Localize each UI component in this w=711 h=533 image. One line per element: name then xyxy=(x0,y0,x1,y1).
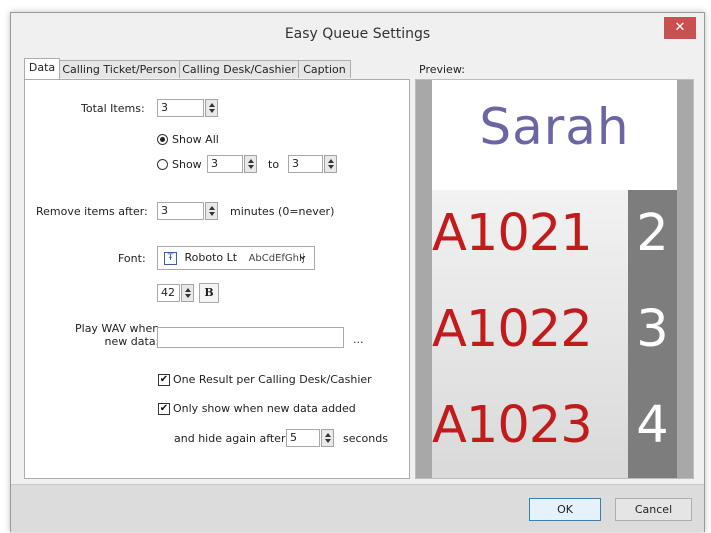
play-wav-label-line2: new data: xyxy=(104,335,160,348)
preview-desk: 2 xyxy=(636,204,669,263)
preview-desk: 4 xyxy=(636,396,669,455)
font-label: Font: xyxy=(118,252,146,265)
font-size-input[interactable]: 42 xyxy=(157,284,180,302)
preview-panel: Sarah A1021 2 A1022 3 A1023 4 xyxy=(415,79,694,479)
preview-ticket: A1022 xyxy=(432,300,593,359)
only-show-checkbox[interactable]: ✔ xyxy=(158,403,170,415)
data-tab-panel: Total Items: 3 Show All Show 3 to 3 Remo… xyxy=(24,79,410,479)
spin-down-icon xyxy=(325,439,331,443)
one-result-checkbox[interactable]: ✔ xyxy=(158,374,170,386)
cancel-button[interactable]: Cancel xyxy=(615,498,692,521)
remove-items-spinner[interactable] xyxy=(205,202,218,220)
wav-file-input[interactable] xyxy=(157,327,344,348)
total-items-label: Total Items: xyxy=(81,102,145,115)
preview-row: A1023 4 xyxy=(432,382,677,478)
spin-down-icon xyxy=(209,109,215,113)
font-select[interactable]: Ŧ Roboto Lt AbCdEfGhIj ⌄ xyxy=(157,246,315,270)
font-type-icon: Ŧ xyxy=(164,251,177,265)
show-to-input[interactable]: 3 xyxy=(288,155,323,173)
preview-row: A1022 3 xyxy=(432,286,677,382)
dialog-footer: OK Cancel xyxy=(11,484,704,532)
remove-items-label: Remove items after: xyxy=(36,205,148,218)
spin-up-icon xyxy=(209,206,215,210)
show-to-spinner[interactable] xyxy=(324,155,337,173)
total-items-input[interactable]: 3 xyxy=(157,99,204,117)
preview-ticket: A1021 xyxy=(432,204,593,263)
spin-up-icon xyxy=(185,288,191,292)
total-items-spinner[interactable] xyxy=(205,99,218,117)
settings-dialog: Easy Queue Settings ✕ Data Calling Ticke… xyxy=(10,12,705,532)
spin-down-icon xyxy=(209,212,215,216)
to-label: to xyxy=(268,158,280,171)
remove-items-input[interactable]: 3 xyxy=(157,202,204,220)
tab-calling-desk-cashier[interactable]: Calling Desk/Cashier xyxy=(179,60,299,78)
remove-items-suffix: minutes (0=never) xyxy=(230,205,335,218)
play-wav-label: Play WAV when new data: xyxy=(75,322,159,348)
close-icon: ✕ xyxy=(674,20,686,35)
spin-up-icon xyxy=(209,103,215,107)
play-wav-label-line1: Play WAV when xyxy=(75,322,160,335)
show-label: Show xyxy=(172,158,202,171)
show-range-radio[interactable] xyxy=(157,159,168,170)
font-name: Roboto Lt xyxy=(184,251,238,264)
show-all-label: Show All xyxy=(172,133,219,146)
ok-button[interactable]: OK xyxy=(529,498,601,521)
close-button[interactable]: ✕ xyxy=(664,17,696,39)
preview-label: Preview: xyxy=(419,63,465,76)
tab-caption[interactable]: Caption xyxy=(298,60,351,78)
preview-desk: 3 xyxy=(636,300,669,359)
only-show-label: Only show when new data added xyxy=(173,402,356,415)
spin-down-icon xyxy=(185,294,191,298)
hide-after-label: and hide again after xyxy=(174,432,286,445)
preview-right-bar xyxy=(677,80,693,478)
show-from-input[interactable]: 3 xyxy=(207,155,243,173)
preview-caption: Sarah xyxy=(479,98,630,156)
bold-button[interactable]: B xyxy=(199,283,219,303)
title-bar: Easy Queue Settings ✕ xyxy=(11,13,704,56)
font-size-spinner[interactable] xyxy=(181,284,194,302)
preview-row: A1021 2 xyxy=(432,190,677,286)
hide-after-suffix: seconds xyxy=(343,432,388,445)
spin-down-icon xyxy=(328,165,334,169)
hide-after-input[interactable]: 5 xyxy=(286,429,320,447)
show-from-spinner[interactable] xyxy=(244,155,257,173)
tab-data[interactable]: Data xyxy=(24,58,60,79)
dialog-title: Easy Queue Settings xyxy=(284,26,431,42)
spin-up-icon xyxy=(248,159,254,163)
browse-wav-button[interactable]: ... xyxy=(353,333,364,346)
show-all-radio[interactable] xyxy=(157,134,168,145)
preview-rows-area: A1021 2 A1022 3 A1023 4 xyxy=(432,190,677,478)
tab-calling-ticket-person[interactable]: Calling Ticket/Person xyxy=(59,60,180,78)
hide-after-spinner[interactable] xyxy=(321,429,334,447)
chevron-down-icon: ⌄ xyxy=(297,248,308,263)
spin-down-icon xyxy=(248,165,254,169)
spin-up-icon xyxy=(325,433,331,437)
one-result-label: One Result per Calling Desk/Cashier xyxy=(173,373,372,386)
preview-ticket: A1023 xyxy=(432,396,593,455)
preview-left-bar xyxy=(416,80,432,478)
preview-caption-area: Sarah xyxy=(432,80,677,190)
spin-up-icon xyxy=(328,159,334,163)
